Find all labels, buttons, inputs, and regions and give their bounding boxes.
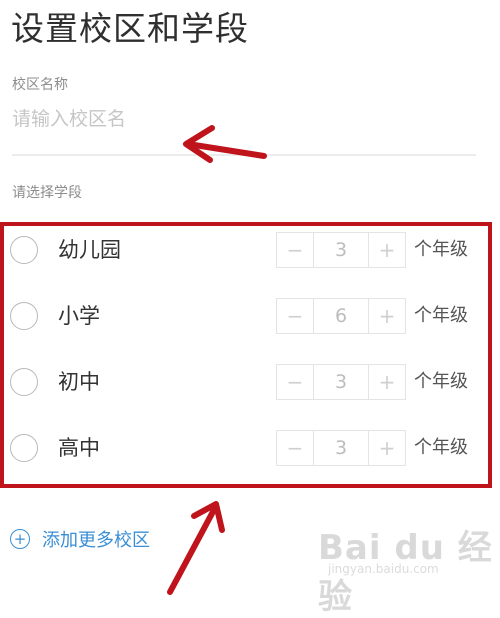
campus-name-label: 校区名称 [12,77,68,93]
increment-button[interactable]: + [368,299,405,333]
radio-senior-high[interactable] [10,434,38,462]
plus-circle-icon: + [10,529,30,549]
grade-count: 3 [334,437,348,459]
grade-unit-label: 个年级 [414,305,468,326]
stage-row-kindergarten: 幼儿园 − 3 + 个年级 [0,226,500,276]
increment-button[interactable]: + [368,431,405,465]
add-more-campus-button[interactable]: + 添加更多校区 [10,526,150,552]
decrement-button[interactable]: − [277,431,314,465]
radio-kindergarten[interactable] [10,236,38,264]
grade-unit-label: 个年级 [414,437,468,458]
grade-count: 6 [334,305,348,327]
grade-unit-label: 个年级 [414,239,468,260]
radio-primary[interactable] [10,302,38,330]
decrement-button[interactable]: − [277,365,314,399]
watermark-url: jingyan.baidu.com [328,562,439,576]
input-underline [12,154,476,156]
baidu-jingyan-watermark: Bai du 经验 jingyan.baidu.com [318,520,500,618]
stage-section-label: 请选择学段 [12,185,82,201]
page-title: 设置校区和学段 [11,9,249,48]
increment-button[interactable]: + [368,233,405,267]
grade-unit-label: 个年级 [414,371,468,392]
grade-count: 3 [334,371,348,393]
increment-button[interactable]: + [368,365,405,399]
arrow-to-stages [167,501,225,595]
grade-stepper-junior-high: − 3 + [276,364,406,400]
grade-stepper-primary: − 6 + [276,298,406,334]
add-more-campus-label: 添加更多校区 [42,530,150,551]
stage-row-senior-high: 高中 − 3 + 个年级 [0,424,500,474]
grade-stepper-kindergarten: − 3 + [276,232,406,268]
stage-row-junior-high: 初中 − 3 + 个年级 [0,358,500,408]
stage-name-junior-high: 初中 [58,370,100,394]
stage-row-primary: 小学 − 6 + 个年级 [0,292,500,342]
decrement-button[interactable]: − [277,233,314,267]
stage-name-primary: 小学 [58,304,100,328]
grade-stepper-senior-high: − 3 + [276,430,406,466]
decrement-button[interactable]: − [277,299,314,333]
campus-name-input[interactable] [12,104,472,134]
grade-count: 3 [334,239,348,261]
stage-name-kindergarten: 幼儿园 [58,238,121,262]
stage-name-senior-high: 高中 [58,436,100,460]
radio-junior-high[interactable] [10,368,38,396]
